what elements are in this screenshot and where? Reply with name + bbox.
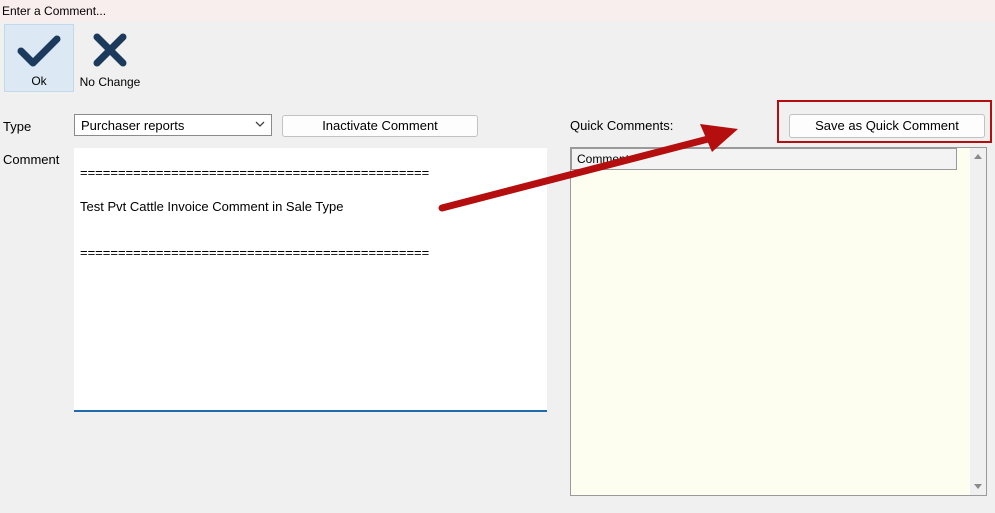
- ok-button[interactable]: Ok: [4, 24, 74, 92]
- annotation-highlight-box: [777, 100, 992, 143]
- quick-comments-label: Quick Comments:: [570, 118, 674, 133]
- comment-line: ========================================…: [80, 165, 430, 180]
- title-bar: Enter a Comment...: [0, 0, 995, 22]
- column-header-comment[interactable]: Comment: [571, 148, 957, 170]
- scroll-down-icon[interactable]: [973, 483, 983, 491]
- comment-textarea[interactable]: ========================================…: [74, 148, 547, 412]
- ok-label: Ok: [31, 74, 47, 88]
- checkmark-icon: [17, 35, 61, 67]
- comment-line: ========================================…: [80, 245, 430, 260]
- window-title: Enter a Comment...: [2, 4, 107, 18]
- type-select[interactable]: Purchaser reports: [74, 114, 272, 136]
- no-change-button[interactable]: No Change: [76, 24, 144, 92]
- chevron-down-icon: [255, 121, 265, 127]
- quick-comments-list[interactable]: Comment: [570, 147, 987, 496]
- close-icon: [93, 33, 127, 67]
- column-header-label: Comment: [577, 152, 630, 166]
- type-select-value: Purchaser reports: [81, 118, 185, 133]
- comment-line: Test Pvt Cattle Invoice Comment in Sale …: [80, 199, 344, 214]
- comment-label: Comment: [3, 152, 60, 167]
- scroll-up-icon[interactable]: [973, 152, 983, 160]
- inactivate-comment-button[interactable]: Inactivate Comment: [282, 115, 478, 137]
- vertical-scrollbar[interactable]: [970, 148, 986, 495]
- no-change-label: No Change: [79, 75, 141, 89]
- type-label: Type: [3, 119, 32, 134]
